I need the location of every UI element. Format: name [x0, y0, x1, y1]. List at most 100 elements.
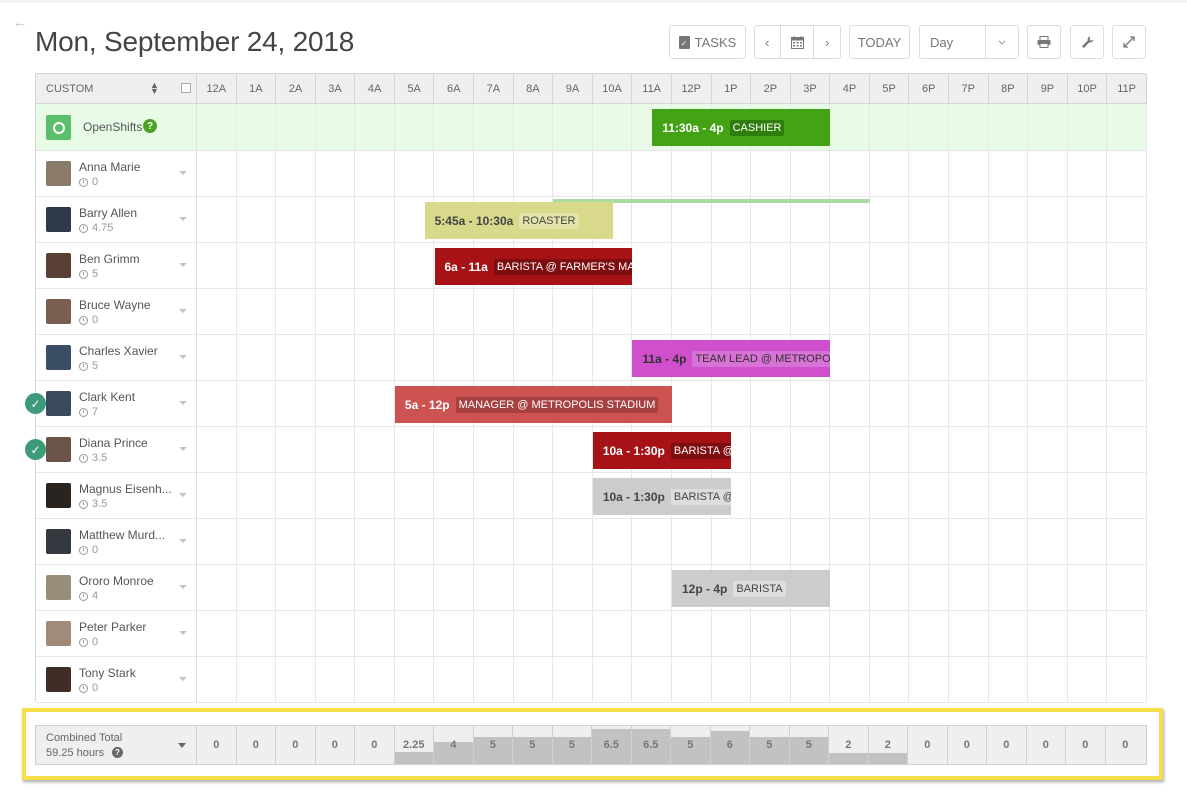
time-slot[interactable] [1068, 104, 1108, 150]
time-slot[interactable] [355, 611, 395, 656]
time-slot[interactable] [316, 565, 356, 610]
time-slot[interactable] [1068, 243, 1108, 288]
time-slot[interactable] [791, 473, 831, 518]
employee-cell[interactable]: Matthew Murd... 0 [36, 519, 197, 564]
time-slot[interactable] [949, 289, 989, 334]
time-slot[interactable] [989, 611, 1029, 656]
time-slot[interactable] [1028, 473, 1068, 518]
time-slot[interactable] [949, 565, 989, 610]
time-slot[interactable] [672, 519, 712, 564]
shift-block[interactable]: 11:30a - 4p CASHIER [652, 109, 831, 146]
time-slot[interactable] [434, 335, 475, 380]
time-slot[interactable] [197, 657, 237, 702]
time-slot[interactable] [751, 151, 791, 196]
time-slot[interactable] [316, 243, 356, 288]
time-slot[interactable] [989, 104, 1029, 150]
time-slot[interactable] [514, 657, 554, 702]
print-button[interactable] [1027, 25, 1061, 59]
sort-header[interactable]: CUSTOM ▲ ▼ [36, 74, 197, 103]
employee-cell[interactable]: ✓ Diana Prince 3.5 [25, 427, 197, 472]
time-slot[interactable] [514, 151, 554, 196]
time-slot[interactable] [1068, 427, 1108, 472]
time-slot[interactable] [830, 519, 870, 564]
time-slot[interactable] [1028, 151, 1068, 196]
time-slot[interactable] [276, 611, 316, 656]
time-slot[interactable] [355, 519, 395, 564]
time-slot[interactable] [1107, 197, 1147, 242]
time-slot[interactable] [474, 427, 514, 472]
shift-block[interactable]: 12p - 4p BARISTA [672, 570, 831, 607]
time-slot[interactable] [434, 657, 475, 702]
select-all-checkbox[interactable] [181, 83, 191, 93]
time-slot[interactable] [1028, 565, 1068, 610]
time-slot[interactable] [197, 519, 237, 564]
time-slot[interactable] [1107, 611, 1147, 656]
time-slot[interactable] [434, 611, 475, 656]
time-slot[interactable] [672, 381, 712, 426]
time-slot[interactable] [474, 611, 514, 656]
time-slot[interactable] [632, 151, 672, 196]
settings-button[interactable] [1070, 25, 1104, 59]
time-slot[interactable] [1068, 519, 1108, 564]
employee-cell[interactable]: ✓ Clark Kent 7 [25, 381, 197, 426]
time-slot[interactable] [593, 335, 633, 380]
time-slot[interactable] [672, 289, 712, 334]
time-slot[interactable] [1107, 519, 1147, 564]
employee-cell[interactable]: Peter Parker 0 [36, 611, 197, 656]
time-slot[interactable] [989, 565, 1029, 610]
time-slot[interactable] [632, 657, 672, 702]
time-slot[interactable] [830, 243, 870, 288]
time-slot[interactable] [1028, 335, 1068, 380]
time-slot[interactable] [870, 197, 910, 242]
time-slot[interactable] [1028, 611, 1068, 656]
time-slot[interactable] [830, 473, 870, 518]
time-slot[interactable] [316, 519, 356, 564]
shift-block[interactable]: 5:45a - 10:30a ROASTER [424, 202, 613, 239]
time-slot[interactable] [909, 519, 949, 564]
time-slot[interactable] [593, 151, 633, 196]
time-slot[interactable] [276, 381, 316, 426]
time-slot[interactable] [593, 104, 633, 150]
time-slot[interactable] [1028, 427, 1068, 472]
time-slot[interactable] [395, 335, 435, 380]
time-slot[interactable] [751, 427, 791, 472]
time-slot[interactable] [237, 519, 277, 564]
time-slot[interactable] [791, 243, 831, 288]
time-slot[interactable] [909, 657, 949, 702]
time-slot[interactable] [355, 381, 395, 426]
time-slot[interactable] [197, 104, 237, 150]
time-slot[interactable] [514, 427, 554, 472]
time-slot[interactable] [989, 657, 1029, 702]
time-slot[interactable] [593, 611, 633, 656]
time-slot[interactable] [1068, 151, 1108, 196]
time-slot[interactable] [672, 151, 712, 196]
time-slot[interactable] [355, 289, 395, 334]
caret-down-icon[interactable] [178, 743, 186, 748]
time-slot[interactable] [830, 335, 870, 380]
time-slot[interactable] [395, 565, 435, 610]
time-slot[interactable] [672, 657, 712, 702]
time-slot[interactable] [276, 473, 316, 518]
time-slot[interactable] [1068, 473, 1108, 518]
time-slot[interactable] [909, 335, 949, 380]
time-slot[interactable] [593, 657, 633, 702]
time-slot[interactable] [237, 151, 277, 196]
time-slot[interactable] [1028, 197, 1068, 242]
time-slot[interactable] [791, 197, 831, 242]
time-slot[interactable] [870, 473, 910, 518]
employee-menu-caret[interactable] [179, 217, 187, 221]
time-slot[interactable] [1107, 104, 1147, 150]
time-slot[interactable] [237, 427, 277, 472]
time-slot[interactable] [474, 657, 514, 702]
time-slot[interactable] [830, 289, 870, 334]
time-slot[interactable] [870, 657, 910, 702]
time-slot[interactable] [316, 197, 356, 242]
time-slot[interactable] [355, 197, 395, 242]
time-slot[interactable] [989, 473, 1029, 518]
time-slot[interactable] [514, 611, 554, 656]
shift-block[interactable]: 10a - 1:30p BARISTA @ [592, 478, 732, 515]
time-slot[interactable] [514, 519, 554, 564]
time-slot[interactable] [553, 519, 593, 564]
employee-menu-caret[interactable] [179, 447, 187, 451]
time-slot[interactable] [1068, 657, 1108, 702]
